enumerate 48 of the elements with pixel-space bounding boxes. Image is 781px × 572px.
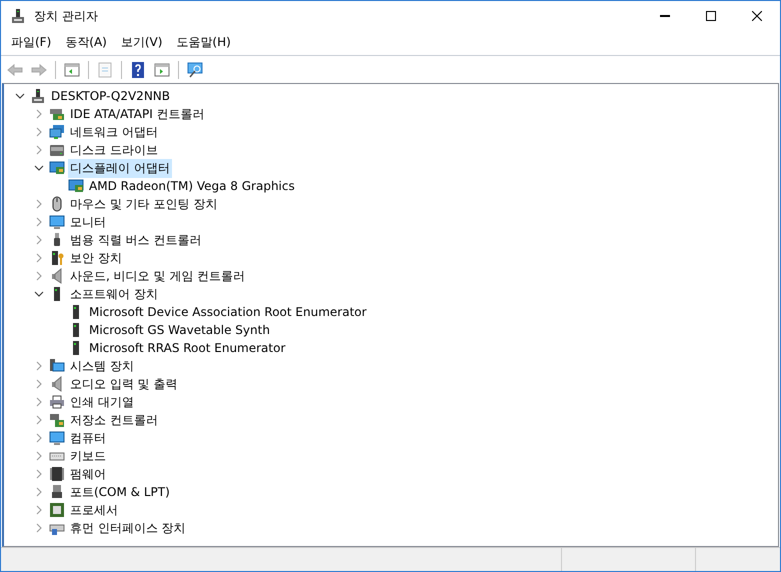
drive-icon [49,142,65,158]
system-icon [49,358,65,374]
window-title: 장치 관리자 [34,8,99,24]
tree-item[interactable]: 저장소 컨트롤러 [68,410,160,430]
display-card-icon [49,160,65,176]
tree-item[interactable]: 시스템 장치 [68,356,136,376]
tree-item[interactable]: 프로세서 [68,500,120,520]
tree-item[interactable]: 마우스 및 기타 포인팅 장치 [68,194,220,214]
storage-icon [49,412,65,428]
close-icon [752,11,762,21]
monitor-icon [49,430,65,446]
tree-item[interactable]: 휴먼 인터페이스 장치 [68,518,188,538]
tree-item[interactable]: 모니터 [68,212,108,232]
monitor-icon [49,214,65,230]
tree-item[interactable]: 컴퓨터 [68,428,108,448]
menu-item[interactable]: 파일(F) [4,32,58,52]
tree-item[interactable]: Microsoft RRAS Root Enumerator [87,340,288,356]
tree-item[interactable]: 키보드 [68,446,108,466]
key-icon [49,250,65,266]
menu-item[interactable]: 동작(A) [58,32,114,52]
tree-item[interactable]: 펌웨어 [68,464,108,484]
processor-icon [49,502,65,518]
tree-item[interactable]: 사운드, 비디오 및 게임 컨트롤러 [68,266,248,286]
tree-item[interactable]: DESKTOP-Q2V2NNB [49,88,172,104]
printer-icon [49,394,65,410]
port-icon [49,484,65,500]
computer-icon [30,88,46,104]
tree-item[interactable]: 보안 장치 [68,248,124,268]
card-icon [49,106,65,122]
chip-icon [49,466,65,482]
tree-item[interactable]: 네트워크 어댑터 [68,122,160,142]
maximize-icon [706,11,716,21]
display-card-icon [68,178,84,194]
tree-item[interactable]: 인쇄 대기열 [68,392,136,412]
app-icon [10,8,26,24]
tree-item[interactable]: Microsoft GS Wavetable Synth [87,322,272,338]
tree-item[interactable]: 오디오 입력 및 출력 [68,374,180,394]
menu-item[interactable]: 도움말(H) [169,32,238,52]
tree-item[interactable]: 소프트웨어 장치 [68,284,160,304]
tree-item[interactable]: 포트(COM & LPT) [68,482,172,502]
tree-item[interactable]: Microsoft Device Association Root Enumerator [87,304,369,320]
tree-item[interactable]: 디스크 드라이브 [68,140,160,160]
menu-item[interactable]: 보기(V) [114,32,170,52]
tree-item[interactable]: AMD Radeon(TM) Vega 8 Graphics [87,178,297,194]
tree-item[interactable]: IDE ATA/ATAPI 컨트롤러 [68,104,207,124]
tree-item[interactable]: 디스플레이 어댑터 [68,158,172,178]
tree-item[interactable]: 범용 직렬 버스 컨트롤러 [68,230,204,250]
network-icon [49,124,65,140]
